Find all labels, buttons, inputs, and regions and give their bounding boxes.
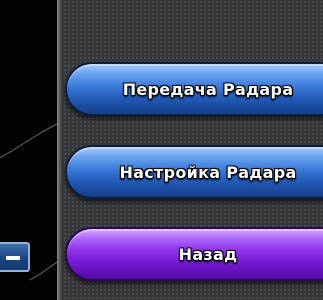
radar-setup-label: Настройка Радара [119,162,297,182]
radar-transmit-button[interactable]: Передача Радара [65,62,323,116]
radar-menu-panel: Передача Радара Настройка Радара Назад [63,0,323,300]
radar-setup-button[interactable]: Настройка Радара [65,145,323,199]
zoom-out-button[interactable] [0,242,30,272]
minus-icon [6,256,20,260]
back-button[interactable]: Назад [65,227,323,281]
back-label: Назад [178,244,238,264]
radar-view [0,0,57,300]
radar-transmit-label: Передача Радара [122,79,294,99]
